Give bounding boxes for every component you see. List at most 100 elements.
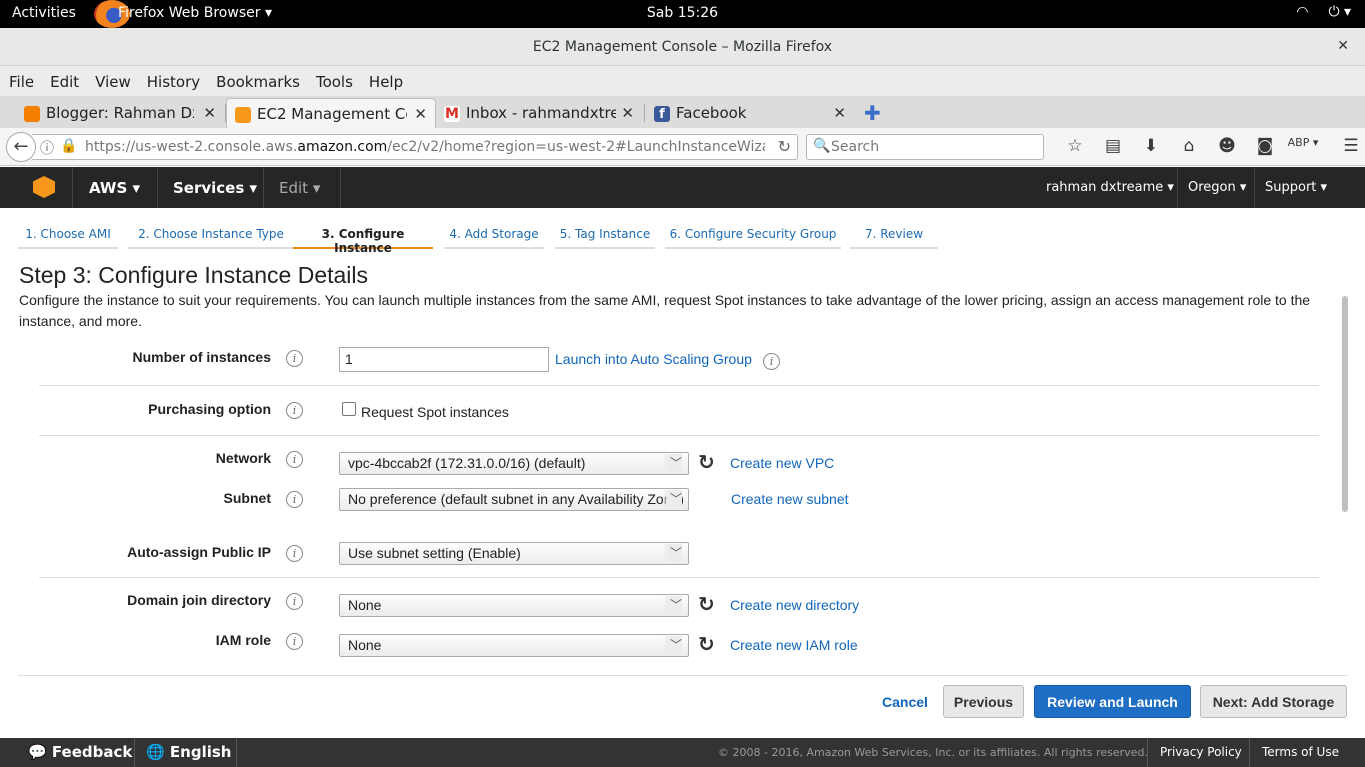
menu-history[interactable]: History — [147, 66, 200, 96]
step-configure-instance[interactable]: 3. Configure Instance — [293, 222, 433, 255]
language-button[interactable]: 🌐 English — [146, 743, 231, 761]
menu-file[interactable]: File — [9, 66, 34, 96]
chevron-down-icon: ﹀ — [661, 544, 682, 561]
edit-menu[interactable]: Edit ▾ — [279, 179, 320, 197]
privacy-policy-link[interactable]: Privacy Policy — [1160, 745, 1242, 759]
chevron-down-icon: ﹀ — [661, 490, 682, 507]
iam-role-select[interactable]: None ﹀ — [339, 634, 689, 657]
hamburger-menu-icon[interactable]: ☰ — [1332, 136, 1365, 156]
system-tray[interactable]: ◠ ⏻ ▾ — [1296, 4, 1351, 20]
create-iam-role-link[interactable]: Create new IAM role — [730, 637, 858, 653]
support-menu[interactable]: Support ▾ — [1265, 180, 1327, 195]
step-tag-instance[interactable]: 5. Tag Instance — [555, 222, 655, 249]
info-icon[interactable]: i — [286, 350, 303, 367]
tab-separator — [644, 104, 645, 122]
info-icon[interactable]: i — [286, 402, 303, 419]
terms-of-use-link[interactable]: Terms of Use — [1262, 745, 1339, 759]
review-and-launch-button[interactable]: Review and Launch — [1034, 685, 1191, 718]
info-icon[interactable]: i — [286, 491, 303, 508]
search-placeholder: Search — [831, 139, 880, 155]
num-instances-input[interactable]: 1 — [339, 347, 549, 372]
spot-checkbox[interactable] — [342, 402, 356, 416]
region-menu[interactable]: Oregon ▾ — [1188, 180, 1246, 195]
pocket-icon[interactable]: ◙ — [1246, 136, 1284, 156]
refresh-icon[interactable]: ↻ — [698, 592, 715, 616]
info-icon[interactable]: i — [286, 451, 303, 468]
services-menu[interactable]: Services ▾ — [173, 179, 257, 197]
tab-label: Blogger: Rahman Dxt... — [46, 104, 194, 122]
tab-ec2[interactable]: EC2 Management Co... ✕ — [226, 98, 436, 128]
download-icon[interactable]: ⬇ — [1132, 136, 1170, 156]
url-bar[interactable]: ⓘ 🔒 https://us-west-2.console.aws.amazon… — [32, 134, 798, 160]
public-ip-select[interactable]: Use subnet setting (Enable) ﹀ — [339, 542, 689, 565]
divider — [1177, 167, 1178, 208]
step-review[interactable]: 7. Review — [850, 222, 938, 249]
spot-label[interactable]: Request Spot instances — [361, 404, 509, 420]
previous-button[interactable]: Previous — [943, 685, 1024, 718]
aws-nav-bar: AWS ▾ Services ▾ Edit ▾ rahman dxtreame … — [0, 167, 1365, 208]
close-tab-icon[interactable]: ✕ — [203, 104, 216, 122]
create-subnet-link[interactable]: Create new subnet — [731, 491, 849, 507]
purchasing-option-label: Purchasing option — [148, 401, 271, 417]
reading-list-icon[interactable]: ▤ — [1094, 136, 1132, 156]
close-tab-icon[interactable]: ✕ — [833, 104, 846, 122]
divider — [263, 167, 264, 208]
info-icon[interactable]: ⓘ — [40, 138, 54, 158]
adblock-icon[interactable]: ABP ▾ — [1284, 136, 1322, 156]
tab-blogger[interactable]: Blogger: Rahman Dxt... ✕ — [24, 98, 216, 128]
close-tab-icon[interactable]: ✕ — [621, 104, 634, 122]
home-icon[interactable]: ⌂ — [1170, 136, 1208, 156]
page-description: Configure the instance to suit your requ… — [19, 292, 1311, 329]
aws-menu[interactable]: AWS ▾ — [89, 179, 140, 197]
scrollbar-thumb[interactable] — [1342, 296, 1348, 512]
tab-facebook[interactable]: f Facebook ✕ — [654, 98, 846, 128]
back-button[interactable]: ← — [6, 132, 36, 162]
next-add-storage-button[interactable]: Next: Add Storage — [1200, 685, 1347, 718]
menu-tools[interactable]: Tools — [316, 66, 353, 96]
network-select[interactable]: vpc-4bccab2f (172.31.0.0/16) (default) ﹀ — [339, 452, 689, 475]
user-menu[interactable]: rahman dxtreame ▾ — [1046, 180, 1174, 195]
menu-edit[interactable]: Edit — [50, 66, 79, 96]
power-icon: ⏻ ▾ — [1328, 4, 1351, 20]
feedback-button[interactable]: 💬 Feedback — [28, 743, 132, 761]
step-choose-instance-type[interactable]: 2. Choose Instance Type — [128, 222, 294, 249]
wifi-icon: ◠ — [1296, 4, 1309, 20]
domain-join-select[interactable]: None ﹀ — [339, 594, 689, 617]
info-icon[interactable]: i — [286, 545, 303, 562]
menu-bookmarks[interactable]: Bookmarks — [216, 66, 300, 96]
url-text: https://us-west-2.console.aws.amazon.com… — [85, 139, 765, 155]
divider — [1249, 738, 1250, 767]
refresh-icon[interactable]: ↻ — [698, 632, 715, 656]
hello-icon[interactable]: ☻ — [1208, 136, 1246, 156]
info-icon[interactable]: i — [286, 633, 303, 650]
clock[interactable]: Sab 15:26 — [0, 5, 1365, 21]
bookmark-star-icon[interactable]: ☆ — [1056, 136, 1094, 156]
info-icon[interactable]: i — [286, 593, 303, 610]
step-configure-security-group[interactable]: 6. Configure Security Group — [665, 222, 841, 249]
blogger-icon — [24, 106, 40, 122]
navigation-bar: ⓘ 🔒 https://us-west-2.console.aws.amazon… — [0, 128, 1365, 166]
reload-icon[interactable]: ↻ — [778, 137, 791, 156]
new-tab-icon[interactable]: ✚ — [864, 101, 881, 125]
page-title: Step 3: Configure Instance Details — [19, 262, 369, 288]
close-tab-icon[interactable]: ✕ — [414, 105, 427, 123]
chevron-down-icon: ﹀ — [661, 596, 682, 613]
asg-link[interactable]: Launch into Auto Scaling Group — [555, 351, 752, 367]
cancel-button[interactable]: Cancel — [870, 685, 940, 718]
lock-icon[interactable]: 🔒 — [60, 138, 77, 154]
copyright: © 2008 - 2016, Amazon Web Services, Inc.… — [718, 746, 1148, 759]
create-vpc-link[interactable]: Create new VPC — [730, 455, 834, 471]
aws-logo-icon[interactable] — [33, 176, 55, 198]
close-icon[interactable]: ✕ — [1337, 38, 1349, 54]
subnet-select[interactable]: No preference (default subnet in any Ava… — [339, 488, 689, 511]
search-input[interactable]: 🔍 Search — [806, 134, 1044, 160]
menu-help[interactable]: Help — [369, 66, 403, 96]
speech-bubble-icon: 💬 — [28, 743, 47, 761]
menu-view[interactable]: View — [95, 66, 131, 96]
info-icon[interactable]: i — [763, 353, 780, 370]
step-add-storage[interactable]: 4. Add Storage — [444, 222, 544, 249]
step-choose-ami[interactable]: 1. Choose AMI — [18, 222, 118, 249]
tab-gmail[interactable]: M Inbox - rahmandxtrea... ✕ — [444, 98, 634, 128]
create-directory-link[interactable]: Create new directory — [730, 597, 859, 613]
refresh-icon[interactable]: ↻ — [698, 450, 715, 474]
